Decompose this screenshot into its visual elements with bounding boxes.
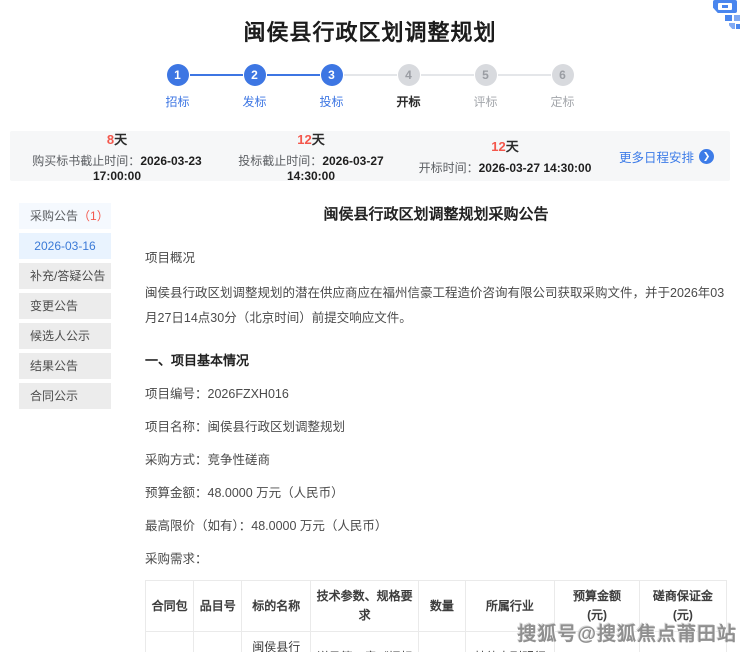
cell-item-number: 1-1 xyxy=(194,632,242,652)
step-circle: 2 xyxy=(244,64,266,86)
step-pingbiao: 5 评标 xyxy=(447,64,524,110)
sidebar-item-label: 变更公告 xyxy=(30,299,78,313)
step-label: 开标 xyxy=(370,93,447,110)
field-procurement-demand: 采购需求： xyxy=(145,548,727,567)
sidebar-item-contract-publicity[interactable]: 合同公示 xyxy=(19,383,111,409)
step-kaibiao: 4 开标 xyxy=(370,64,447,110)
page-title: 闽侯县行政区划调整规划 xyxy=(0,0,740,47)
col-subject-name: 标的名称 xyxy=(242,581,311,632)
notice-date-label: 2026-03-16 xyxy=(34,239,95,253)
section-heading-basic-info: 一、项目基本情况 xyxy=(145,350,727,369)
sidebar-item-notice-date[interactable]: 2026-03-16 xyxy=(19,233,111,259)
schedule-bar: 8天 购买标书截止时间：2026-03-23 17:00:00 12天 投标截止… xyxy=(10,131,730,181)
days-remaining: 8天 xyxy=(20,129,214,148)
schedule-label: 开标时间： xyxy=(419,161,479,175)
field-max-price: 最高限价（如有）：48.0000 万元（人民币） xyxy=(145,515,727,534)
chevron-right-circle-icon: ❯ xyxy=(699,149,714,164)
sidebar-item-change-notice[interactable]: 变更公告 xyxy=(19,293,111,319)
schedule-item-buy-deadline: 8天 购买标书截止时间：2026-03-23 17:00:00 xyxy=(20,129,214,183)
announcement-body: 闽侯县行政区划调整规划采购公告 项目概况 闽侯县行政区划调整规划的潜在供应商应在… xyxy=(145,196,727,652)
schedule-item-open-time: 12天 开标时间：2026-03-27 14:30:00 xyxy=(408,136,602,176)
step-zhaobiao: 1 招标 xyxy=(139,64,216,110)
step-dingbiao: 6 定标 xyxy=(524,64,601,110)
step-circle: 5 xyxy=(475,64,497,86)
col-tech-specs: 技术参数、规格要求 xyxy=(311,581,419,632)
step-label: 定标 xyxy=(524,93,601,110)
step-label: 发标 xyxy=(216,93,293,110)
schedule-label: 投标截止时间： xyxy=(238,154,322,168)
schedule-value: 2026-03-27 14:30:00 xyxy=(479,161,592,175)
sidebar-item-label: 候选人公示 xyxy=(30,329,90,343)
field-project-number: 项目编号：2026FZXH016 xyxy=(145,383,727,402)
content-area: 采购公告（1） 2026-03-16 补充/答疑公告 变更公告 候选人公示 结果… xyxy=(0,196,740,652)
field-budget-amount: 预算金额：48.0000 万元（人民币） xyxy=(145,482,727,501)
overview-text: 闽侯县行政区划调整规划的潜在供应商应在福州信豪工程造价咨询有限公司获取采购文件，… xyxy=(145,281,727,331)
step-label: 评标 xyxy=(447,93,524,110)
more-schedule-link[interactable]: 更多日程安排 ❯ xyxy=(602,147,714,166)
sidebar-item-candidate-publicity[interactable]: 候选人公示 xyxy=(19,323,111,349)
notice-count-badge: （1） xyxy=(78,209,109,223)
sidebar-item-label: 合同公示 xyxy=(30,389,78,403)
schedule-label: 购买标书截止时间： xyxy=(32,154,140,168)
step-label: 投标 xyxy=(293,93,370,110)
field-procurement-method: 采购方式：竞争性磋商 xyxy=(145,449,727,468)
announcement-title: 闽侯县行政区划调整规划采购公告 xyxy=(145,203,727,224)
days-remaining: 12天 xyxy=(408,136,602,155)
overview-heading: 项目概况 xyxy=(145,246,727,271)
step-toubiao: 3 投标 xyxy=(293,64,370,110)
cell-contract-package: 1 xyxy=(146,632,194,652)
field-project-name: 项目名称：闽侯县行政区划调整规划 xyxy=(145,416,727,435)
schedule-item-bid-deadline: 12天 投标截止时间：2026-03-27 14:30:00 xyxy=(214,129,408,183)
announcement-sidebar: 采购公告（1） 2026-03-16 补充/答疑公告 变更公告 候选人公示 结果… xyxy=(19,196,111,652)
step-circle: 3 xyxy=(321,64,343,86)
cell-subject-name: 闽侯县行政区划调整规划 xyxy=(242,632,311,652)
sidebar-item-label: 采购公告 xyxy=(30,209,78,223)
sidebar-item-label: 结果公告 xyxy=(30,359,78,373)
cell-quantity: 1项 xyxy=(419,632,465,652)
more-schedule-label: 更多日程安排 xyxy=(619,147,694,166)
step-fabiao: 2 发标 xyxy=(216,64,293,110)
step-circle: 1 xyxy=(167,64,189,86)
col-quantity: 数量 xyxy=(419,581,465,632)
qr-code-corner-icon[interactable] xyxy=(698,0,740,32)
page: 闽侯县行政区划调整规划 1 招标 2 发标 3 投标 4 开标 5 评标 6 定… xyxy=(0,0,740,652)
step-circle: 4 xyxy=(398,64,420,86)
step-label: 招标 xyxy=(139,93,216,110)
sidebar-item-supplement-notice[interactable]: 补充/答疑公告 xyxy=(19,263,111,289)
col-contract-package: 合同包 xyxy=(146,581,194,632)
cell-tech-specs: 详见第三章《招标内容及要求》 xyxy=(311,632,419,652)
progress-stepper: 1 招标 2 发标 3 投标 4 开标 5 评标 6 定标 xyxy=(139,64,601,110)
sidebar-item-label: 补充/答疑公告 xyxy=(30,269,105,283)
sohu-watermark: 搜狐号@搜狐焦点莆田站 xyxy=(517,619,737,646)
step-circle: 6 xyxy=(552,64,574,86)
days-remaining: 12天 xyxy=(214,129,408,148)
col-item-number: 品目号 xyxy=(194,581,242,632)
sidebar-item-procurement-notice[interactable]: 采购公告（1） xyxy=(19,203,111,229)
sidebar-item-result-notice[interactable]: 结果公告 xyxy=(19,353,111,379)
